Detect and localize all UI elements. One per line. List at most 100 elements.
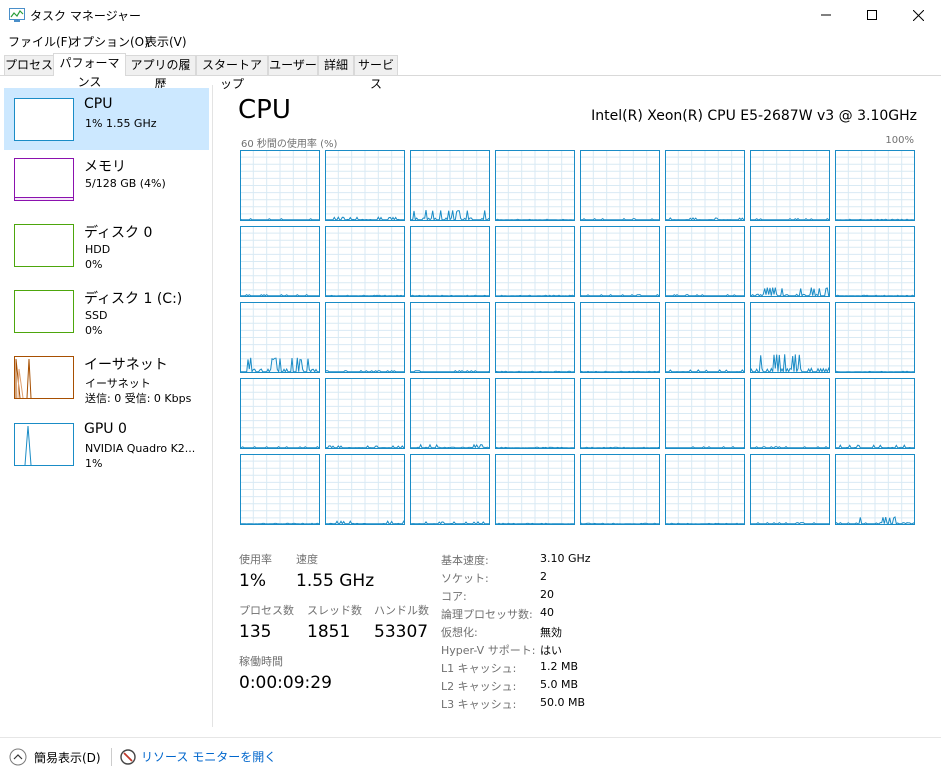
core-chart <box>835 454 915 525</box>
sidebar-item-cpu[interactable]: CPU 1% 1.55 GHz <box>4 88 209 150</box>
core-chart <box>580 378 660 449</box>
core-usage-line <box>495 446 575 449</box>
spec-value: 5.0 MB <box>540 678 579 691</box>
tab-bar: プロセス パフォーマンス アプリの履歴 スタートアップ ユーザー 詳細 サービス <box>0 53 941 91</box>
cpu-model-name: Intel(R) Xeon(R) CPU E5-2687W v3 @ 3.10G… <box>591 108 917 124</box>
core-chart <box>325 150 405 221</box>
core-usage-line <box>835 294 915 297</box>
spec-value: 無効 <box>540 626 562 639</box>
fewer-details-button[interactable]: 簡易表示(D) <box>9 748 101 766</box>
core-chart <box>495 454 575 525</box>
sidebar-item-value: 送信: 0 受信: 0 Kbps <box>85 392 192 405</box>
core-chart <box>580 150 660 221</box>
core-chart <box>325 378 405 449</box>
core-chart <box>835 226 915 297</box>
core-chart <box>495 150 575 221</box>
spec-value: 40 <box>540 606 554 619</box>
core-chart <box>410 302 490 373</box>
usage-value: 1% <box>239 571 266 591</box>
tab-processes[interactable]: プロセス <box>4 55 54 75</box>
core-chart <box>750 454 830 525</box>
handle-count-label: ハンドル数 <box>374 604 429 617</box>
sidebar-item-gpu0[interactable]: GPU 0 NVIDIA Quadro K2... 1% <box>4 413 209 475</box>
menu-options[interactable]: オプション(O) <box>70 33 149 50</box>
sidebar-item-memory[interactable]: メモリ 5/128 GB (4%) <box>4 148 209 210</box>
core-chart <box>325 302 405 373</box>
window-title: タスク マネージャー <box>30 9 141 23</box>
core-chart <box>410 454 490 525</box>
handle-count-value: 53307 <box>374 622 429 642</box>
sidebar-item-value: 0% <box>85 324 103 337</box>
menu-file[interactable]: ファイル(F) <box>8 33 72 50</box>
core-chart <box>325 454 405 525</box>
core-usage-line <box>495 522 575 525</box>
minimize-button[interactable] <box>803 0 849 30</box>
tab-app-history[interactable]: アプリの履歴 <box>125 55 196 91</box>
core-usage-line <box>580 446 660 449</box>
core-usage-line <box>835 218 915 221</box>
core-chart <box>750 150 830 221</box>
sidebar-item-detail: NVIDIA Quadro K2... <box>85 442 196 455</box>
sidebar-item-detail: HDD <box>85 243 111 256</box>
sidebar-item-label: ディスク 0 <box>84 225 153 241</box>
spec-value: 20 <box>540 588 554 601</box>
core-chart <box>665 302 745 373</box>
core-chart <box>240 454 320 525</box>
footer-divider <box>111 748 112 766</box>
core-chart <box>410 226 490 297</box>
core-usage-line <box>580 370 660 373</box>
core-chart <box>495 226 575 297</box>
core-chart <box>750 302 830 373</box>
process-count-label: プロセス数 <box>239 604 294 617</box>
spec-label: 論理プロセッサ数: <box>441 608 533 621</box>
resource-monitor-icon <box>120 748 136 765</box>
minimize-icon <box>821 14 831 16</box>
core-chart <box>240 378 320 449</box>
tab-users[interactable]: ユーザー <box>268 55 318 75</box>
disk1-thumbnail <box>14 290 74 333</box>
tab-details[interactable]: 詳細 <box>318 55 354 75</box>
speed-value: 1.55 GHz <box>296 571 375 591</box>
core-chart <box>240 150 320 221</box>
menu-view[interactable]: 表示(V) <box>145 33 187 50</box>
sidebar-item-detail: 5/128 GB (4%) <box>85 177 166 190</box>
core-chart <box>240 226 320 297</box>
spec-value: 3.10 GHz <box>540 552 591 565</box>
core-usage-line <box>410 294 490 297</box>
spec-value: 1.2 MB <box>540 660 579 673</box>
core-chart <box>835 378 915 449</box>
maximize-button[interactable] <box>849 0 895 30</box>
core-chart <box>750 378 830 449</box>
fewer-details-label: 簡易表示(D) <box>34 750 101 765</box>
core-chart <box>665 454 745 525</box>
sidebar-item-ethernet[interactable]: イーサネット イーサネット 送信: 0 受信: 0 Kbps <box>4 346 209 408</box>
tab-performance[interactable]: パフォーマンス <box>53 53 126 89</box>
tab-services[interactable]: サービス <box>354 55 398 91</box>
sidebar-item-disk1[interactable]: ディスク 1 (C:) SSD 0% <box>4 280 209 342</box>
sidebar-item-disk0[interactable]: ディスク 0 HDD 0% <box>4 214 209 276</box>
thread-count-label: スレッド数 <box>307 604 362 617</box>
close-icon <box>912 9 924 21</box>
spec-label: 基本速度: <box>441 554 489 567</box>
ethernet-thumbnail <box>14 356 74 399</box>
chart-max-label: 100% <box>885 135 914 146</box>
resource-monitor-link[interactable]: リソース モニターを開く <box>120 748 276 765</box>
spec-label: ソケット: <box>441 572 489 585</box>
menu-bar: ファイル(F) オプション(O) 表示(V) <box>0 30 941 50</box>
uptime-label: 稼働時間 <box>239 655 283 668</box>
sidebar-item-label: CPU <box>84 96 113 112</box>
core-chart <box>665 378 745 449</box>
resource-monitor-label: リソース モニターを開く <box>141 750 277 764</box>
core-chart <box>495 378 575 449</box>
core-chart <box>665 226 745 297</box>
title-bar: タスク マネージャー <box>0 0 941 30</box>
core-chart <box>750 226 830 297</box>
core-chart <box>835 150 915 221</box>
close-button[interactable] <box>895 0 941 30</box>
cpu-core-grid <box>240 150 915 526</box>
spec-label: コア: <box>441 590 467 603</box>
gpu-thumbnail <box>14 423 74 466</box>
tab-startup[interactable]: スタートアップ <box>196 55 268 91</box>
chevron-up-icon <box>9 748 27 766</box>
chart-caption: 60 秒間の使用率 (%) <box>241 139 338 150</box>
